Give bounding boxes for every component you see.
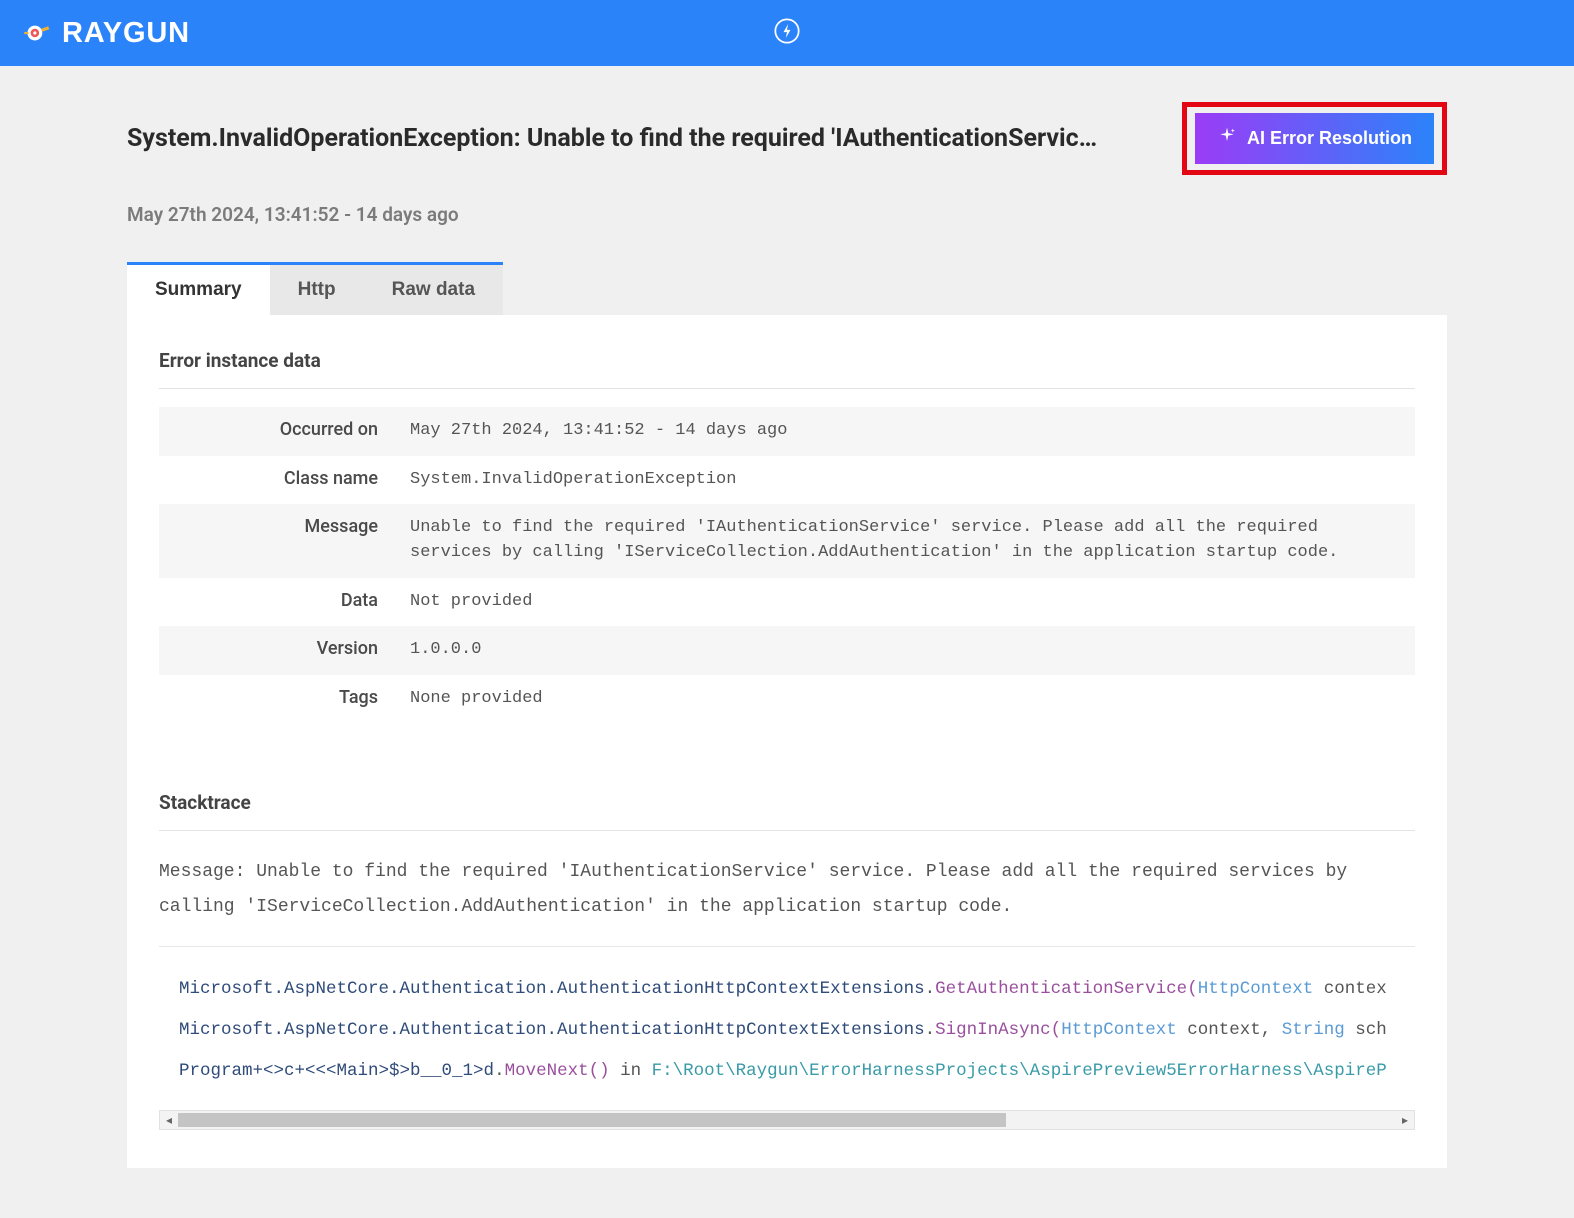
stack-namespace: Microsoft.AspNetCore.Authentication.Auth…	[179, 1020, 925, 1040]
stack-argtype: HttpContext	[1061, 1020, 1177, 1040]
stack-namespace: Program+<>c+<<<Main>$>b__0_1>d	[179, 1061, 494, 1081]
stack-filepath: F:\Root\Raygun\ErrorHarnessProjects\Aspi…	[652, 1061, 1387, 1081]
section-title-stacktrace: Stacktrace	[159, 791, 1415, 831]
stack-argtype: HttpContext	[1198, 979, 1314, 999]
stack-method: SignInAsync	[935, 1020, 1051, 1040]
kv-key: Occurred on	[159, 407, 394, 456]
table-row: Version 1.0.0.0	[159, 626, 1415, 675]
content: System.InvalidOperationException: Unable…	[127, 66, 1447, 1168]
section-title-error-instance: Error instance data	[159, 349, 1415, 389]
kv-value: May 27th 2024, 13:41:52 - 14 days ago	[394, 407, 1415, 456]
tab-raw-data[interactable]: Raw data	[364, 265, 503, 315]
topbar: RAYGUN	[0, 0, 1574, 66]
stack-method: GetAuthenticationService	[935, 979, 1187, 999]
table-row: Data Not provided	[159, 578, 1415, 627]
kv-key: Data	[159, 578, 394, 627]
kv-key: Class name	[159, 456, 394, 505]
stacktrace-lines: Microsoft.AspNetCore.Authentication.Auth…	[159, 969, 1415, 1100]
ai-button-label: AI Error Resolution	[1247, 128, 1412, 149]
bolt-icon[interactable]	[773, 17, 801, 49]
table-row: Tags None provided	[159, 675, 1415, 724]
table-row: Class name System.InvalidOperationExcept…	[159, 456, 1415, 505]
tabs: Summary Http Raw data	[127, 262, 503, 315]
header-row: System.InvalidOperationException: Unable…	[127, 102, 1447, 175]
stack-frame: Program+<>c+<<<Main>$>b__0_1>d.MoveNext(…	[159, 1051, 1415, 1092]
scroll-thumb[interactable]	[178, 1113, 1006, 1127]
stack-namespace: Microsoft.AspNetCore.Authentication.Auth…	[179, 979, 925, 999]
header-timestamp: May 27th 2024, 13:41:52 - 14 days ago	[127, 203, 1447, 226]
brand-logo[interactable]: RAYGUN	[20, 16, 190, 50]
error-title: System.InvalidOperationException: Unable…	[127, 124, 1097, 153]
stack-frame: Microsoft.AspNetCore.Authentication.Auth…	[159, 1010, 1415, 1051]
sparkle-icon	[1217, 126, 1237, 151]
scroll-left-icon[interactable]: ◂	[160, 1111, 178, 1129]
table-row: Occurred on May 27th 2024, 13:41:52 - 14…	[159, 407, 1415, 456]
kv-value: Unable to find the required 'IAuthentica…	[394, 504, 1415, 577]
raygun-icon	[20, 16, 54, 50]
kv-value: None provided	[394, 675, 1415, 724]
kv-key: Version	[159, 626, 394, 675]
horizontal-scrollbar[interactable]: ◂ ▸	[159, 1110, 1415, 1130]
kv-value: Not provided	[394, 578, 1415, 627]
scroll-right-icon[interactable]: ▸	[1396, 1111, 1414, 1129]
summary-panel: Error instance data Occurred on May 27th…	[127, 315, 1447, 1168]
ai-error-resolution-button[interactable]: AI Error Resolution	[1195, 113, 1434, 164]
stack-method: MoveNext	[505, 1061, 589, 1081]
kv-value: System.InvalidOperationException	[394, 456, 1415, 505]
brand-name: RAYGUN	[62, 17, 190, 50]
stack-frame: Microsoft.AspNetCore.Authentication.Auth…	[159, 969, 1415, 1010]
scroll-track[interactable]	[178, 1111, 1396, 1129]
error-instance-table: Occurred on May 27th 2024, 13:41:52 - 14…	[159, 407, 1415, 723]
table-row: Message Unable to find the required 'IAu…	[159, 504, 1415, 577]
kv-key: Tags	[159, 675, 394, 724]
kv-value: 1.0.0.0	[394, 626, 1415, 675]
tab-summary[interactable]: Summary	[127, 265, 270, 315]
stacktrace-section: Stacktrace Message: Unable to find the r…	[159, 791, 1415, 1130]
ai-button-highlight: AI Error Resolution	[1182, 102, 1447, 175]
stacktrace-message: Message: Unable to find the required 'IA…	[159, 855, 1415, 946]
tab-http[interactable]: Http	[270, 265, 364, 315]
page: System.InvalidOperationException: Unable…	[0, 66, 1574, 1168]
kv-key: Message	[159, 504, 394, 577]
